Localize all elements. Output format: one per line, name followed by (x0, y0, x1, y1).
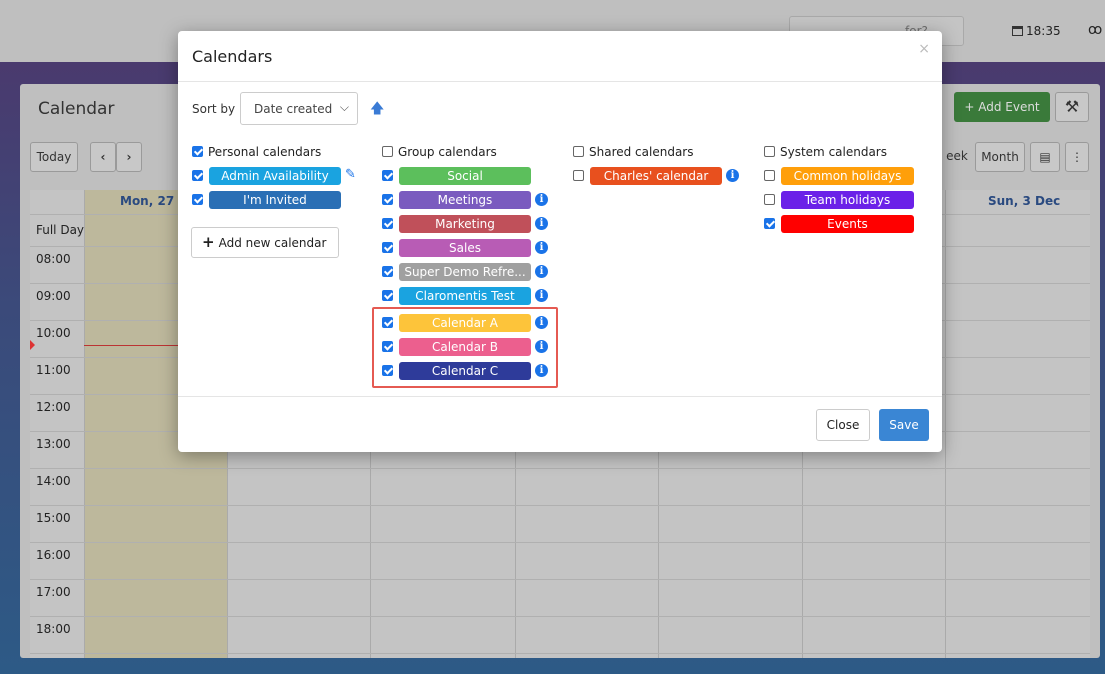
time-label: 18:00 (36, 622, 71, 636)
system-calendars-toggle[interactable]: System calendars (764, 145, 887, 159)
personal-calendars-checkbox[interactable] (192, 146, 203, 157)
column-heading: System calendars (780, 145, 887, 159)
modal-title: Calendars (192, 47, 273, 66)
list-view-icon[interactable]: ▤ (1030, 142, 1060, 172)
time-label: 09:00 (36, 289, 71, 303)
calendar-row: Charles' calendar i (573, 167, 743, 185)
plus-icon: + (202, 233, 215, 251)
calendar-pill[interactable]: Charles' calendar (590, 167, 722, 185)
info-icon[interactable]: i (535, 217, 548, 230)
column-heading: Group calendars (398, 145, 497, 159)
tools-icon[interactable]: ⚒ (1055, 92, 1089, 122)
arrow-up-icon[interactable]: 🡅 (370, 98, 384, 122)
calendar-pill[interactable]: Events (781, 215, 914, 233)
time-label: 11:00 (36, 363, 71, 377)
time-label: 08:00 (36, 252, 71, 266)
info-icon[interactable]: i (726, 169, 739, 182)
week-view-button[interactable]: eek (940, 142, 974, 172)
calendar-checkbox[interactable] (192, 194, 203, 205)
clock-time: 18:35 (1026, 24, 1061, 38)
sort-label: Sort by (192, 102, 236, 116)
calendar-row: Admin Availability ✎ (192, 167, 362, 185)
month-view-button[interactable]: Month (975, 142, 1025, 172)
calendar-row: Events (764, 215, 924, 233)
add-event-button[interactable]: + Add Event (954, 92, 1050, 122)
day-header-sunday: Sun, 3 Dec (988, 194, 1061, 208)
calendar-checkbox[interactable] (382, 194, 393, 205)
chevron-right-icon[interactable]: › (116, 142, 142, 172)
pencil-icon[interactable]: ✎ (345, 167, 356, 182)
calendar-checkbox[interactable] (764, 194, 775, 205)
calendars-modal: Calendars × Sort by Date created ⌵ 🡅 Per… (178, 31, 942, 452)
shared-calendars-checkbox[interactable] (573, 146, 584, 157)
calendar-checkbox[interactable] (192, 170, 203, 181)
close-button[interactable]: Close (816, 409, 870, 441)
time-label: 16:00 (36, 548, 71, 562)
calendar-checkbox[interactable] (382, 170, 393, 181)
calendar-pill[interactable]: I'm Invited (209, 191, 341, 209)
system-calendars-checkbox[interactable] (764, 146, 775, 157)
calendar-checkbox[interactable] (764, 218, 775, 229)
info-icon[interactable]: i (535, 289, 548, 302)
time-label: 12:00 (36, 400, 71, 414)
info-icon[interactable]: i (535, 241, 548, 254)
info-icon[interactable]: i (535, 193, 548, 206)
calendar-checkbox[interactable] (382, 218, 393, 229)
calendar-checkbox[interactable] (573, 170, 584, 181)
calendar-row: Marketing i (382, 215, 552, 233)
calendar-pill[interactable]: Team holidays (781, 191, 914, 209)
group-calendars-toggle[interactable]: Group calendars (382, 145, 497, 159)
calendar-row: Meetings i (382, 191, 552, 209)
group-calendars-checkbox[interactable] (382, 146, 393, 157)
calendar-row: Sales i (382, 239, 552, 257)
time-label: 14:00 (36, 474, 71, 488)
time-label: 15:00 (36, 511, 71, 525)
highlight-annotation (372, 307, 558, 388)
calendar-pill[interactable]: Common holidays (781, 167, 914, 185)
calendar-row: Common holidays (764, 167, 924, 185)
calendar-row: I'm Invited (192, 191, 362, 209)
chevron-left-icon[interactable]: ‹ (90, 142, 116, 172)
calendar-icon (1012, 26, 1023, 36)
calendar-checkbox[interactable] (382, 266, 393, 277)
time-label: 17:00 (36, 585, 71, 599)
shared-calendars-toggle[interactable]: Shared calendars (573, 145, 694, 159)
calendar-pill[interactable]: Sales (399, 239, 531, 257)
link-icon[interactable]: ꝏ (1088, 22, 1102, 38)
column-heading: Personal calendars (208, 145, 322, 159)
calendar-row: Super Demo Refre... i (382, 263, 552, 281)
time-label: 10:00 (36, 326, 71, 340)
calendar-pill[interactable]: Marketing (399, 215, 531, 233)
full-day-label: Full Day (36, 223, 85, 237)
calendar-title: Calendar (38, 99, 115, 119)
calendar-pill[interactable]: Super Demo Refre... (399, 263, 531, 281)
sort-select-value: Date created (254, 102, 333, 116)
add-new-calendar-button[interactable]: + Add new calendar (191, 227, 339, 258)
close-icon[interactable]: × (918, 41, 930, 57)
divider (178, 396, 942, 397)
calendar-pill[interactable]: Admin Availability (209, 167, 341, 185)
calendar-checkbox[interactable] (382, 290, 393, 301)
calendar-checkbox[interactable] (764, 170, 775, 181)
add-new-calendar-label: Add new calendar (218, 236, 327, 250)
calendar-row: Social (382, 167, 552, 185)
calendar-row: Team holidays (764, 191, 924, 209)
info-icon[interactable]: i (535, 265, 548, 278)
chevron-down-icon: ⌵ (339, 100, 349, 114)
time-label: 13:00 (36, 437, 71, 451)
calendar-pill[interactable]: Claromentis Test (399, 287, 531, 305)
sort-select[interactable]: Date created ⌵ (240, 92, 358, 125)
clock: 18:35 (1012, 24, 1061, 38)
column-heading: Shared calendars (589, 145, 694, 159)
current-time-marker (30, 340, 35, 350)
save-button[interactable]: Save (879, 409, 929, 441)
calendar-pill[interactable]: Meetings (399, 191, 531, 209)
calendar-pill[interactable]: Social (399, 167, 531, 185)
today-button[interactable]: Today (30, 142, 78, 172)
calendar-row: Claromentis Test i (382, 287, 552, 305)
more-options-icon[interactable]: ⋮ (1065, 142, 1089, 172)
divider (178, 81, 942, 82)
calendar-checkbox[interactable] (382, 242, 393, 253)
personal-calendars-toggle[interactable]: Personal calendars (192, 145, 321, 159)
